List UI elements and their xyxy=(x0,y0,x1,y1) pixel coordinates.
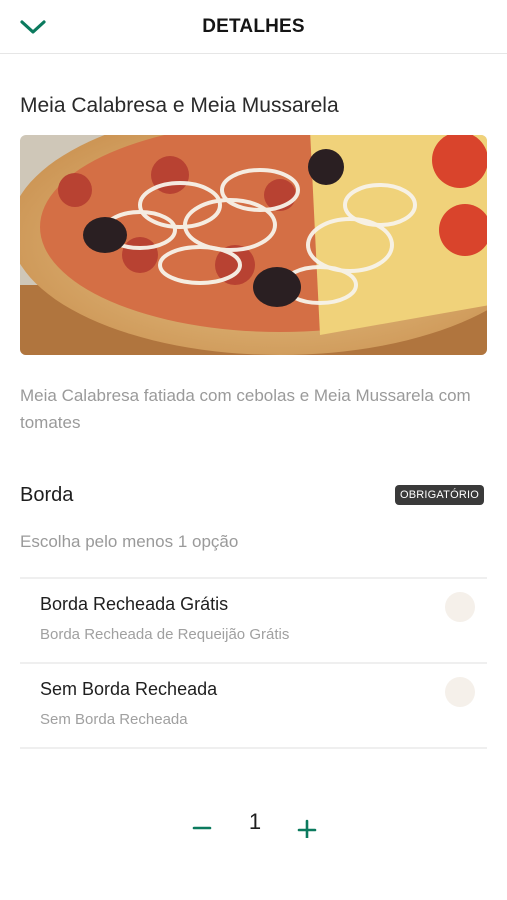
increase-quantity-button[interactable] xyxy=(293,813,321,841)
chevron-down-icon xyxy=(20,20,46,34)
option-description: Borda Recheada de Requeijão Grátis xyxy=(40,626,290,643)
option-item[interactable]: Borda Recheada Grátis Borda Recheada de … xyxy=(20,577,487,662)
page-title: DETALHES xyxy=(202,15,305,37)
top-bar: DETALHES xyxy=(0,0,507,54)
product-description: Meia Calabresa fatiada com cebolas e Mei… xyxy=(20,386,471,432)
minus-icon xyxy=(192,826,212,830)
quantity-value: 1 xyxy=(248,809,262,834)
product-image xyxy=(20,135,487,355)
option-name: Borda Recheada Grátis xyxy=(40,594,229,614)
plus-icon xyxy=(297,819,317,838)
collapse-button[interactable] xyxy=(18,14,48,40)
decrease-quantity-button[interactable] xyxy=(188,811,216,839)
quantity-stepper: 1 xyxy=(0,805,507,849)
product-title: Meia Calabresa e Meia Mussarela xyxy=(20,94,339,117)
required-badge: OBRIGATÓRIO xyxy=(394,485,484,505)
option-list: Borda Recheada Grátis Borda Recheada de … xyxy=(20,577,487,749)
option-name: Sem Borda Recheada xyxy=(40,679,218,699)
option-item[interactable]: Sem Borda Recheada Sem Borda Recheada xyxy=(20,662,487,749)
radio-button[interactable] xyxy=(445,592,475,622)
option-description: Sem Borda Recheada xyxy=(40,711,188,728)
option-group-title: Borda xyxy=(20,484,74,506)
radio-button[interactable] xyxy=(445,677,475,707)
option-group-subtitle: Escolha pelo menos 1 opção xyxy=(20,532,239,551)
